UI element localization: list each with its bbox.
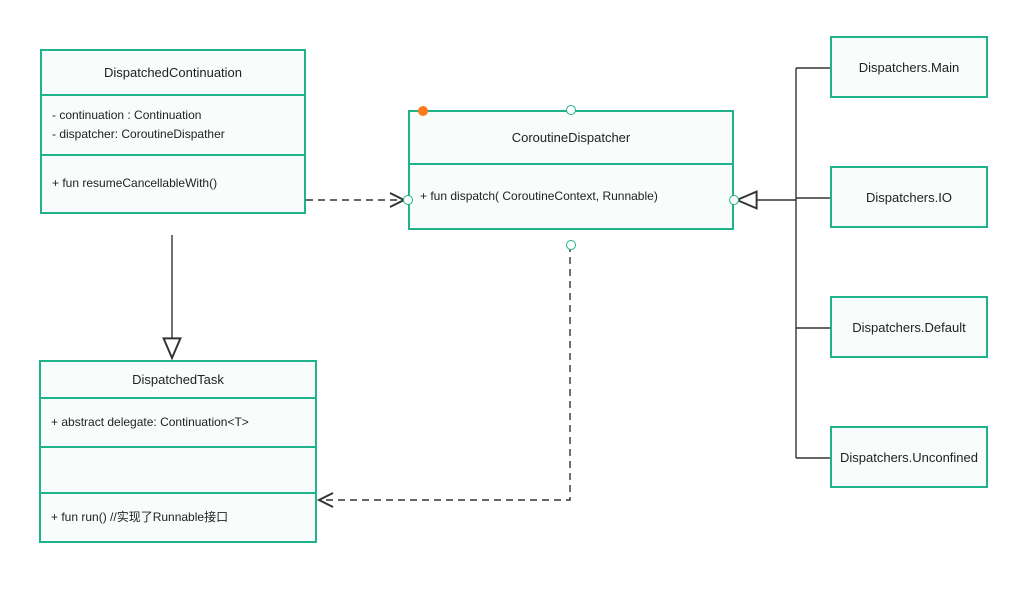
- class-dispatchers-io: Dispatchers.IO: [830, 166, 988, 228]
- class-dispatched-continuation: DispatchedContinuation - continuation : …: [40, 49, 306, 214]
- class-title: DispatchedContinuation: [42, 51, 304, 96]
- field: - dispatcher: CoroutineDispather: [52, 125, 294, 144]
- class-dispatched-task: DispatchedTask + abstract delegate: Cont…: [39, 360, 317, 543]
- class-methods: + fun run() //实现了Runnable接口: [41, 494, 315, 541]
- method: + fun resumeCancellableWith(): [52, 174, 294, 193]
- class-fields: + abstract delegate: Continuation<T>: [41, 399, 315, 448]
- field: + abstract delegate: Continuation<T>: [51, 413, 305, 432]
- method: + fun dispatch( CoroutineContext, Runnab…: [420, 187, 722, 206]
- class-dispatchers-main: Dispatchers.Main: [830, 36, 988, 98]
- class-dispatchers-default: Dispatchers.Default: [830, 296, 988, 358]
- port-icon: [566, 240, 576, 250]
- port-icon: [403, 195, 413, 205]
- class-dispatchers-unconfined: Dispatchers.Unconfined: [830, 426, 988, 488]
- class-title: DispatchedTask: [41, 362, 315, 399]
- class-coroutine-dispatcher: CoroutineDispatcher + fun dispatch( Coro…: [408, 110, 734, 230]
- port-icon: [566, 105, 576, 115]
- edge-cd-to-dt: [319, 245, 570, 500]
- class-fields: - continuation : Continuation - dispatch…: [42, 96, 304, 156]
- port-icon: [729, 195, 739, 205]
- class-empty-section: [41, 448, 315, 494]
- diagram-canvas: DispatchedContinuation - continuation : …: [0, 0, 1028, 600]
- class-title: CoroutineDispatcher: [410, 112, 732, 165]
- field: - continuation : Continuation: [52, 106, 294, 125]
- port-icon: [418, 106, 428, 116]
- class-methods: + fun resumeCancellableWith(): [42, 156, 304, 211]
- class-methods: + fun dispatch( CoroutineContext, Runnab…: [410, 165, 732, 228]
- method: + fun run() //实现了Runnable接口: [51, 508, 305, 527]
